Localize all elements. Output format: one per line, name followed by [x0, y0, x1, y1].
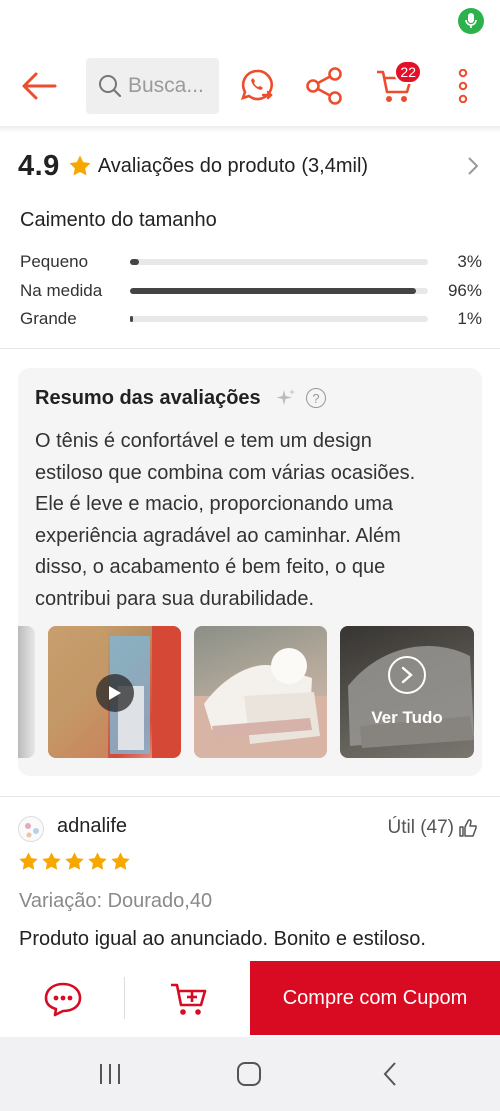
cart-count-badge: 22 [394, 60, 422, 84]
star-icon [111, 852, 130, 870]
review-text: Produto igual ao anunciado. Bonito e est… [19, 928, 426, 950]
share-icon [306, 67, 342, 105]
add-to-cart-button[interactable] [148, 977, 230, 1021]
size-fit-title: Caimento do tamanho [20, 209, 217, 231]
play-video-button[interactable] [96, 674, 134, 712]
topbar-divider [0, 126, 500, 132]
buy-with-coupon-button[interactable]: Compre com Cupom [250, 961, 500, 1035]
chevron-circle-right-icon [388, 656, 426, 694]
size-fit-row: Grande 1% [20, 307, 482, 331]
star-icon [69, 155, 91, 176]
search-placeholder: Busca... [128, 74, 204, 97]
system-navigation-bar [0, 1037, 500, 1111]
summary-title: Resumo das avaliações [35, 387, 261, 409]
ratings-title: Avaliações do produto [97, 154, 296, 177]
add-to-cart-icon [171, 983, 207, 1015]
status-bar [0, 0, 500, 44]
section-divider [0, 348, 500, 349]
section-divider [0, 796, 500, 797]
cart-button[interactable]: 22 [372, 60, 422, 108]
reviewer-username[interactable]: adnalife [57, 815, 127, 838]
ai-sparkle-icon [276, 389, 295, 405]
size-fit-bar-fill [130, 259, 139, 265]
size-fit-label: Pequeno [20, 252, 89, 271]
microphone-indicator-icon [458, 8, 484, 34]
whatsapp-icon [240, 69, 273, 101]
review-photo-thumbnail[interactable] [194, 626, 327, 758]
action-divider [124, 977, 125, 1019]
star-icon [19, 852, 38, 870]
ratings-count: (3,4mil) [301, 154, 369, 177]
play-icon [109, 686, 121, 700]
size-fit-bar [130, 259, 428, 265]
summary-text: O tênis é confortável e tem um design es… [35, 426, 475, 615]
size-fit-row: Na medida 96% [20, 279, 482, 303]
size-fit-row: Pequeno 3% [20, 250, 482, 274]
size-fit-label: Grande [20, 309, 77, 328]
star-icon [42, 852, 61, 870]
summary-line: contribui para sua durabilidade. [35, 587, 315, 610]
size-fit-bar [130, 316, 428, 322]
review-photo-partial[interactable] [18, 626, 35, 758]
review-variation: Variação: Dourado,40 [19, 890, 213, 912]
help-icon[interactable]: ? [306, 388, 326, 408]
back-button[interactable] [18, 66, 60, 106]
back-arrow-icon [22, 72, 57, 100]
recent-apps-icon [100, 1064, 120, 1084]
chat-button[interactable] [22, 977, 104, 1021]
size-fit-label: Na medida [20, 281, 103, 300]
size-fit-percent: 3% [457, 252, 482, 271]
summary-line: experiência agradável ao caminhar. Além [35, 524, 401, 547]
search-icon [99, 75, 122, 98]
more-vertical-icon [458, 69, 468, 103]
sneaker-photo-image [194, 648, 327, 758]
helpful-count: Útil (47) [387, 817, 454, 838]
recent-apps-button[interactable] [80, 1057, 140, 1091]
star-icon [65, 852, 84, 870]
avatar[interactable] [18, 816, 44, 842]
search-input[interactable]: Busca... [86, 58, 219, 114]
rating-score: 4.9 [18, 149, 60, 182]
summary-line: estiloso que combina com várias ocasiões… [35, 461, 416, 484]
see-all-photos-button[interactable]: Ver Tudo [340, 626, 474, 758]
summary-line: disso, o acabamento é bem feito, o que [35, 556, 386, 578]
back-chevron-icon [383, 1062, 396, 1086]
size-fit-percent: 1% [457, 309, 482, 328]
whatsapp-share-button[interactable] [236, 64, 280, 108]
summary-line: O tênis é confortável e tem um design [35, 430, 372, 452]
back-nav-button[interactable] [360, 1057, 420, 1091]
chevron-right-icon [468, 157, 479, 175]
star-icon [88, 852, 107, 870]
summary-line: Ele é leve e macio, proporcionando uma [35, 493, 393, 515]
size-fit-bar-fill [130, 288, 417, 294]
review-summary-card: Resumo das avaliações ? O tênis é confor… [18, 368, 482, 776]
home-icon [237, 1062, 261, 1086]
review-star-rating [18, 851, 131, 872]
bottom-action-bar: Compre com Cupom [0, 961, 500, 1035]
more-options-button[interactable] [441, 64, 485, 108]
helpful-button[interactable]: Útil (47) [387, 817, 478, 839]
size-fit-percent: 96% [447, 281, 482, 300]
product-rating-row[interactable]: 4.9 Avaliações do produto (3,4mil) [18, 148, 488, 184]
thumbs-up-icon [459, 819, 477, 837]
chat-icon [44, 982, 82, 1017]
home-button[interactable] [219, 1057, 279, 1091]
top-bar: Busca... 22 [0, 52, 500, 120]
size-fit-bar [130, 288, 428, 294]
review-video-thumbnail[interactable] [48, 626, 181, 758]
see-all-label: Ver Tudo [371, 708, 443, 727]
share-button[interactable] [302, 64, 346, 108]
size-fit-bar-fill [130, 316, 133, 322]
